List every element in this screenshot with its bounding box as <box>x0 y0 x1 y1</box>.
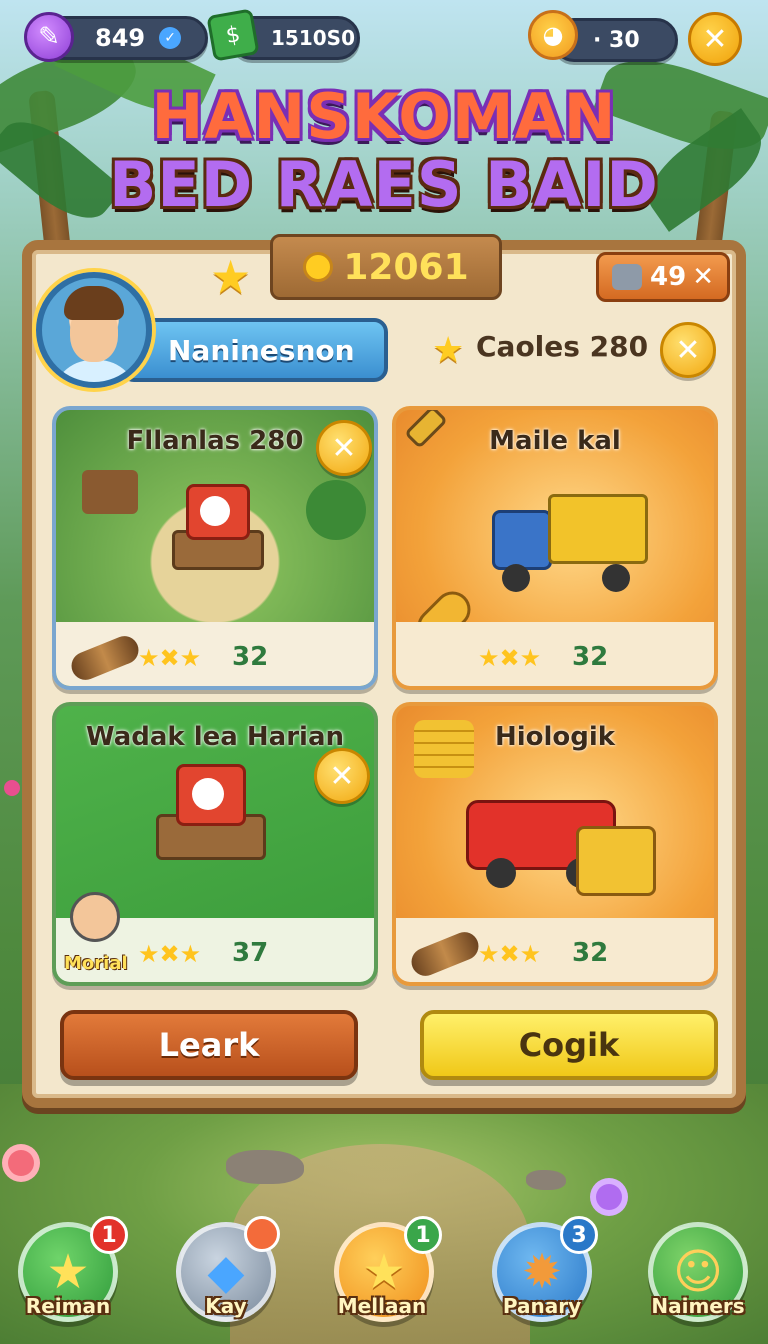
star-icon: ★ <box>210 250 252 304</box>
close-icon: ✕ <box>329 758 355 794</box>
chick-icon: ◕ <box>528 10 578 60</box>
card-1-close-button[interactable]: ✕ <box>316 420 372 476</box>
stars-icon: ★✖★ <box>478 940 542 968</box>
sun-creature-icon: ✹ <box>521 1244 563 1300</box>
sub-score-close-button[interactable]: ✕ <box>660 322 716 378</box>
card-4-title: Hiologik <box>494 722 616 752</box>
crystal-icon: ◆ <box>207 1244 245 1300</box>
card-3-title: Wadak lea Harian <box>85 722 345 752</box>
card-3-count: 37 <box>232 938 269 968</box>
confirm-button[interactable]: Cogik <box>420 1010 718 1080</box>
sub-score-text: Caoles 280 <box>476 330 649 363</box>
card-1-count: 32 <box>232 642 269 672</box>
player-avatar[interactable] <box>36 272 152 388</box>
nav-panary-badge: 3 <box>560 1216 598 1254</box>
learn-button[interactable]: Leark <box>60 1010 358 1080</box>
cash-value: 1510S0 <box>271 26 355 50</box>
tree-icon <box>306 480 366 540</box>
tickets-value: 49 <box>650 262 687 292</box>
card-4-count: 32 <box>572 938 609 968</box>
nav-naimers-label: Naimers <box>651 1294 745 1318</box>
close-icon: ✕ <box>675 332 701 368</box>
close-button[interactable]: ✕ <box>688 12 742 66</box>
score-value: 12061 <box>343 246 469 288</box>
nav-mellaan-label: Mellaan <box>337 1294 427 1318</box>
score-plank: 12061 <box>270 234 502 300</box>
title-line-1-text: HANSKOMAN <box>151 80 617 153</box>
nav-reiman-label: Reiman <box>25 1294 111 1318</box>
mission-card-1[interactable]: Fllanlas 280 ✕ ★✖★ 32 <box>52 406 378 690</box>
player-name[interactable]: Naninesnon <box>120 318 388 382</box>
star-icon: ★ <box>362 1244 406 1300</box>
check-icon: ✓ <box>159 27 182 49</box>
lion-icon: ☺ <box>672 1244 724 1300</box>
machine-icon <box>612 264 642 290</box>
sub-score: Caoles 280 <box>476 330 648 363</box>
stars-icon: ★✖★ <box>138 940 202 968</box>
stars-icon: ★✖★ <box>138 644 202 672</box>
toy-machine-icon <box>156 760 266 870</box>
title-line-1: HANSKOMAN <box>0 80 768 153</box>
gems-value: 849 <box>95 24 146 52</box>
mechanic-avatar <box>70 892 120 942</box>
close-icon: ✕ <box>331 430 357 466</box>
close-icon: ✕ <box>702 21 728 57</box>
banknote-icon: $ <box>206 8 260 62</box>
mission-card-3[interactable]: Wadak lea Harian ✕ Morial ★✖★ 37 <box>52 702 378 986</box>
nav-mellaan-badge: 1 <box>404 1216 442 1254</box>
stars-icon: ★✖★ <box>478 644 542 672</box>
sub-score-star-icon: ★ <box>432 330 465 371</box>
flower-badge-icon <box>244 1216 280 1252</box>
nav-reiman-badge: 1 <box>90 1216 128 1254</box>
mission-card-4[interactable]: Hiologik ★✖★ 32 <box>392 702 718 986</box>
coin-icon <box>303 252 334 282</box>
toy-machine-icon <box>166 480 266 576</box>
star-icon: ★ <box>46 1244 90 1300</box>
nav-kay-label: Kay <box>205 1294 247 1318</box>
pencil-icon: ✎ <box>24 12 74 62</box>
title-line-2: BED RAES BAID <box>109 148 659 221</box>
truck-icon <box>492 480 652 600</box>
card-3-close-button[interactable]: ✕ <box>314 748 370 804</box>
card-2-count: 32 <box>572 642 609 672</box>
tickets-plank[interactable]: 49 ✕ <box>596 252 730 302</box>
card-2-title: Maile kal <box>489 426 621 456</box>
treasure-box-icon <box>576 826 656 896</box>
card-3-badge: Morial <box>64 953 128 974</box>
mission-card-2[interactable]: Maile kal ★✖★ 32 <box>392 406 718 690</box>
tickets-x-icon: ✕ <box>692 262 714 292</box>
card-2-footer <box>396 622 714 686</box>
nav-panary-label: Panary <box>502 1294 582 1318</box>
lives-value: · 30 <box>593 27 640 53</box>
hut-icon <box>82 470 138 514</box>
